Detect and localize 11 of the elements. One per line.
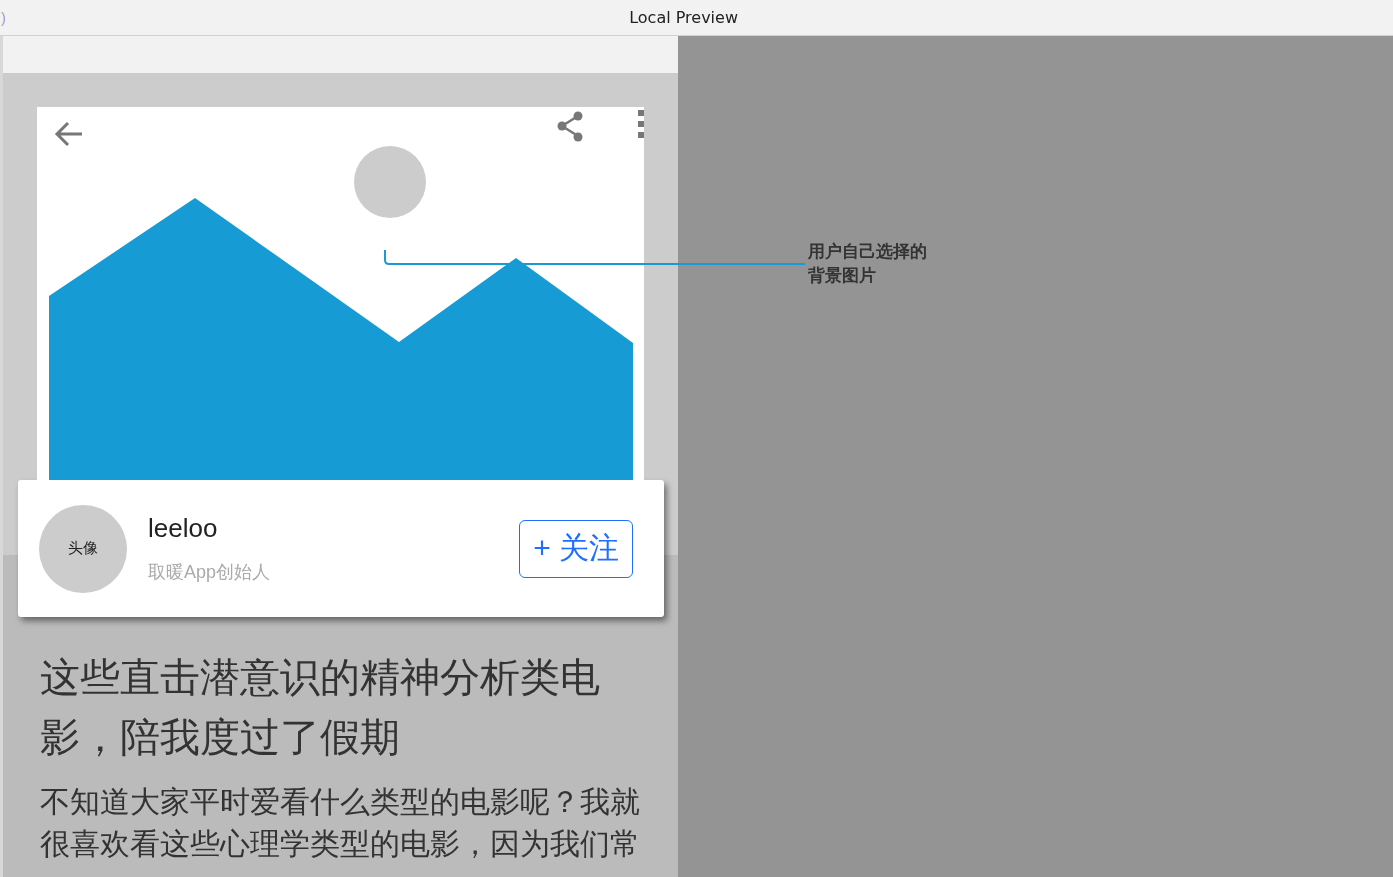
article-title: 这些直击潜意识的精神分析类电影，陪我度过了假期 xyxy=(40,654,601,761)
user-name: leeloo xyxy=(148,513,218,544)
annotation-text: 用户自己选择的背景图片 xyxy=(808,241,928,287)
avatar: 头像 xyxy=(39,504,127,593)
follow-button[interactable]: + 关注 xyxy=(519,519,633,578)
back-arrow-icon[interactable] xyxy=(53,119,85,149)
more-icon[interactable] xyxy=(638,110,644,138)
article-body: 不知道大家平时爱看什么类型的电影呢？我就很喜欢看这些心理学类型的电影，因为我们常 xyxy=(40,784,641,862)
window-title: Local Preview xyxy=(629,8,738,27)
title-fragment: ) xyxy=(1,9,6,26)
user-subtitle: 取暖App创始人 xyxy=(148,561,271,584)
